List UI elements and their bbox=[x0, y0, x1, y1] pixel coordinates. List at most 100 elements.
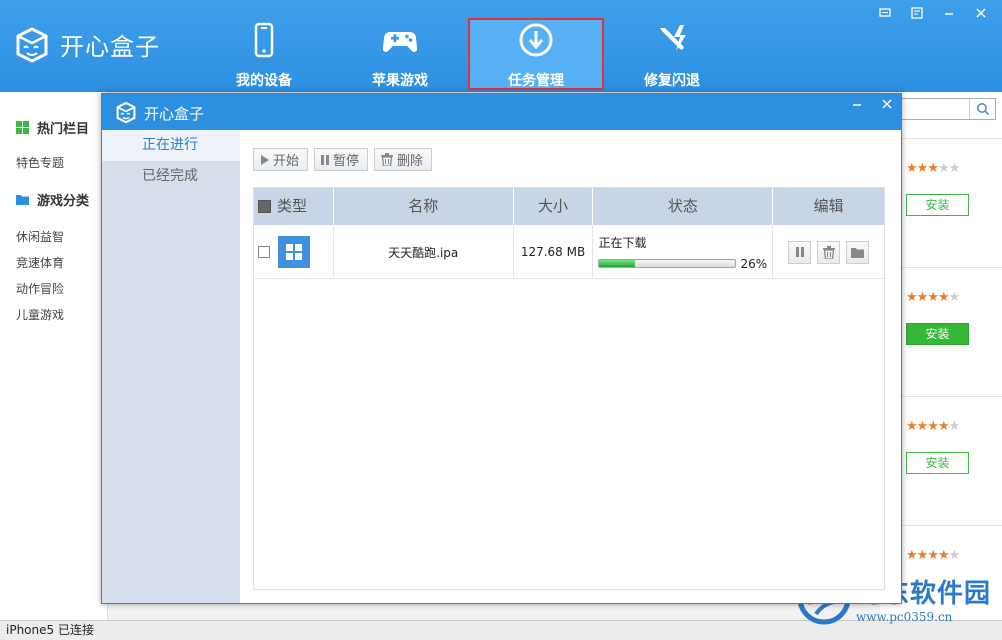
cell-name: 天天酷跑.ipa bbox=[334, 225, 514, 279]
install-button[interactable]: 安装 bbox=[906, 452, 969, 474]
pause-button[interactable]: 暂停 bbox=[314, 148, 369, 171]
box-face-icon bbox=[116, 101, 136, 124]
cell-type bbox=[254, 225, 334, 279]
close-icon[interactable] bbox=[974, 6, 988, 20]
nav-my-device[interactable]: 我的设备 bbox=[196, 18, 332, 90]
row-checkbox[interactable] bbox=[258, 246, 270, 258]
select-all-checkbox[interactable] bbox=[258, 200, 271, 213]
sidebar-item-action[interactable]: 动作冒险 bbox=[0, 276, 107, 302]
star-filled-icon: ★ bbox=[916, 548, 929, 563]
rating-stars: ★★★★★ bbox=[906, 290, 961, 305]
star-empty-icon: ★ bbox=[937, 161, 950, 176]
sidebar-section-title: 热门栏目 bbox=[37, 121, 90, 137]
nav-label: 我的设备 bbox=[236, 73, 292, 89]
windows-grid-icon bbox=[286, 244, 302, 260]
table-row[interactable]: 天天酷跑.ipa 127.68 MB 正在下载 26% bbox=[254, 225, 884, 279]
app-card: ★★★★★ 安装 bbox=[900, 396, 1002, 524]
nav-task-manager[interactable]: 任务管理 bbox=[468, 18, 604, 90]
sidebar-section-title: 游戏分类 bbox=[37, 193, 90, 209]
minimize-icon[interactable] bbox=[942, 6, 956, 20]
dialog-title-bar[interactable]: 开心盒子 bbox=[102, 94, 901, 130]
star-filled-icon: ★ bbox=[927, 419, 939, 434]
cell-status: 正在下载 26% bbox=[593, 225, 774, 279]
sidebar-item-featured[interactable]: 特色专题 bbox=[0, 150, 107, 176]
star-filled-icon: ★ bbox=[937, 290, 950, 305]
trash-icon bbox=[381, 153, 394, 166]
download-icon bbox=[519, 23, 553, 57]
close-icon[interactable] bbox=[881, 98, 893, 114]
main-nav: 我的设备 苹果游戏 任务管理 修复闪退 bbox=[196, 18, 740, 90]
star-filled-icon: ★ bbox=[927, 548, 939, 563]
nav-apple-games[interactable]: 苹果游戏 bbox=[332, 18, 468, 90]
task-manager-dialog: 开心盒子 正在进行 已经完成 开始 暂停 删除 类型 名称 大小 状态 编辑 天… bbox=[101, 93, 902, 604]
star-filled-icon: ★ bbox=[927, 161, 939, 176]
nav-label: 修复闪退 bbox=[644, 73, 700, 89]
task-table: 类型 名称 大小 状态 编辑 天天酷跑.ipa 127.68 MB 正在下载 2… bbox=[253, 187, 885, 590]
delete-button[interactable]: 删除 bbox=[374, 148, 433, 171]
app-card: ★★★★★ 安装 bbox=[900, 267, 1002, 395]
row-open-folder-button[interactable] bbox=[846, 240, 870, 264]
nav-fix-crash[interactable]: 修复闪退 bbox=[604, 18, 740, 90]
row-delete-button[interactable] bbox=[817, 240, 841, 264]
nav-label: 苹果游戏 bbox=[372, 73, 428, 89]
dialog-sidebar: 正在进行 已经完成 bbox=[102, 130, 240, 603]
dialog-controls bbox=[851, 98, 893, 114]
folder-icon bbox=[16, 194, 29, 205]
install-button[interactable]: 安装 bbox=[906, 194, 969, 216]
skin-icon[interactable] bbox=[910, 6, 924, 20]
status-text: 正在下载 bbox=[598, 235, 647, 250]
sidebar-item-racing[interactable]: 竞速体育 bbox=[0, 250, 107, 276]
top-bar: 开心盒子 我的设备 苹果游戏 任务管理 修复闪退 bbox=[0, 0, 1002, 92]
star-filled-icon: ★ bbox=[937, 548, 950, 563]
star-filled-icon: ★ bbox=[906, 419, 918, 434]
header-type-label: 类型 bbox=[277, 197, 308, 215]
star-filled-icon: ★ bbox=[906, 548, 918, 563]
progress: 26% bbox=[598, 257, 767, 271]
tab-completed[interactable]: 已经完成 bbox=[102, 161, 240, 192]
start-button[interactable]: 开始 bbox=[253, 148, 309, 171]
sidebar-section-hot[interactable]: 热门栏目 bbox=[0, 112, 107, 142]
delete-label: 删除 bbox=[397, 154, 424, 169]
sidebar-item-kids[interactable]: 儿童游戏 bbox=[0, 302, 107, 328]
header-edit: 编辑 bbox=[813, 197, 844, 215]
star-filled-icon: ★ bbox=[937, 419, 950, 434]
header-size: 大小 bbox=[514, 188, 594, 225]
progress-percent: 26% bbox=[740, 256, 768, 271]
pause-label: 暂停 bbox=[333, 154, 360, 169]
header-name: 名称 bbox=[334, 188, 514, 225]
repair-icon bbox=[660, 25, 686, 51]
dialog-title: 开心盒子 bbox=[144, 105, 205, 123]
phone-icon bbox=[254, 22, 274, 58]
app-logo: 开心盒子 bbox=[12, 24, 160, 64]
star-empty-icon: ★ bbox=[948, 548, 961, 563]
box-face-icon bbox=[16, 27, 48, 63]
install-button[interactable]: 安装 bbox=[906, 323, 969, 345]
feedback-icon[interactable] bbox=[878, 6, 892, 20]
app-icon bbox=[278, 236, 310, 268]
row-pause-button[interactable] bbox=[788, 240, 812, 264]
rating-stars: ★★★★★ bbox=[906, 548, 961, 563]
star-empty-icon: ★ bbox=[948, 161, 961, 176]
start-label: 开始 bbox=[273, 154, 300, 169]
folder-icon bbox=[851, 247, 865, 258]
sidebar-item-casual[interactable]: 休闲益智 bbox=[0, 224, 107, 250]
cell-edit bbox=[773, 225, 884, 279]
gamepad-icon bbox=[382, 32, 418, 52]
pause-icon bbox=[321, 154, 330, 165]
star-filled-icon: ★ bbox=[906, 161, 918, 176]
window-controls bbox=[878, 6, 988, 20]
header-status: 状态 bbox=[593, 188, 774, 225]
watermark-url: www.pc0359.cn bbox=[856, 609, 953, 624]
tab-in-progress[interactable]: 正在进行 bbox=[102, 130, 240, 161]
task-toolbar: 开始 暂停 删除 bbox=[253, 148, 433, 171]
trash-icon bbox=[822, 245, 835, 259]
star-empty-icon: ★ bbox=[948, 290, 961, 305]
sidebar-section-categories[interactable]: 游戏分类 bbox=[0, 184, 107, 214]
progress-fill bbox=[599, 260, 635, 267]
search-icon bbox=[976, 103, 989, 116]
minimize-icon[interactable] bbox=[851, 98, 863, 114]
search-input[interactable] bbox=[900, 98, 996, 120]
search-button[interactable] bbox=[969, 99, 995, 119]
table-header: 类型 名称 大小 状态 编辑 bbox=[254, 188, 884, 225]
pause-icon bbox=[795, 247, 804, 257]
